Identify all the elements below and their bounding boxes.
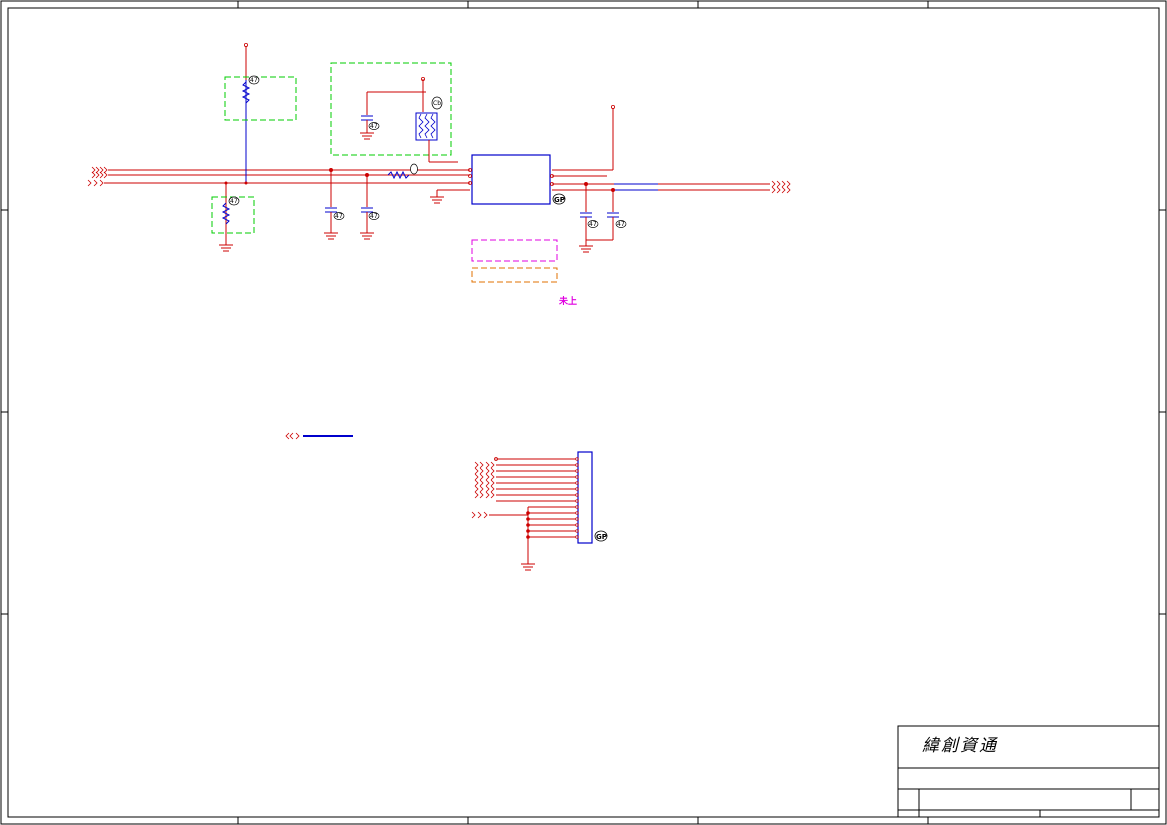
output-capacitors bbox=[579, 182, 619, 253]
svg-text:GP: GP bbox=[554, 196, 565, 204]
offpage-connector-mid bbox=[285, 432, 353, 440]
output-cap-badge-1: 47 bbox=[587, 220, 599, 228]
svg-text:Cb: Cb bbox=[433, 100, 441, 107]
right-output-ports bbox=[771, 180, 791, 194]
pulldown-resistor-circuit bbox=[211, 181, 255, 252]
sheet-frame bbox=[0, 0, 1167, 825]
pullup-resistor-circuit bbox=[224, 43, 297, 185]
bus-capacitor-c2-badge: 47 bbox=[368, 212, 380, 220]
bus-capacitor-c1-badge: 47 bbox=[333, 212, 345, 220]
svg-text:47: 47 bbox=[617, 221, 625, 228]
pulldown-resistor-badge: 47 bbox=[228, 196, 240, 206]
svg-text:47: 47 bbox=[589, 221, 597, 228]
schematic-sheet: 緯創資通 47 47 47 47 47 Cb GP 47 47 未上 GP bbox=[0, 0, 1167, 825]
main-ic-gp-badge: GP bbox=[552, 193, 566, 205]
pullup-resistor-badge: 47 bbox=[248, 75, 260, 85]
orange-note-box bbox=[471, 267, 558, 283]
title-block-company: 緯創資通 bbox=[922, 736, 998, 756]
ferrite-bead-badge: Cb bbox=[431, 96, 443, 110]
main-bus-wires bbox=[104, 169, 770, 191]
series-resistor bbox=[387, 163, 418, 180]
bottom-connector-gp-badge: GP bbox=[594, 530, 608, 542]
blue-bus-segments bbox=[614, 183, 658, 191]
output-cap-badge-2: 47 bbox=[615, 220, 627, 228]
output-power-stub bbox=[611, 105, 616, 170]
decoupling-group bbox=[330, 62, 458, 163]
svg-text:47: 47 bbox=[370, 123, 378, 130]
bus-capacitor-c1 bbox=[324, 168, 338, 240]
svg-text:47: 47 bbox=[250, 77, 258, 84]
bottom-connector-wires bbox=[489, 457, 576, 571]
bottom-connector-ports bbox=[471, 461, 495, 519]
svg-text:47: 47 bbox=[370, 213, 378, 220]
svg-text:47: 47 bbox=[335, 213, 343, 220]
bottom-connector-header bbox=[575, 451, 593, 544]
svg-text:47: 47 bbox=[230, 198, 238, 205]
magenta-note-box bbox=[471, 239, 558, 262]
decoupling-cap-badge: 47 bbox=[368, 122, 380, 130]
magenta-note: 未上 bbox=[558, 295, 577, 307]
svg-text:GP: GP bbox=[596, 533, 607, 541]
